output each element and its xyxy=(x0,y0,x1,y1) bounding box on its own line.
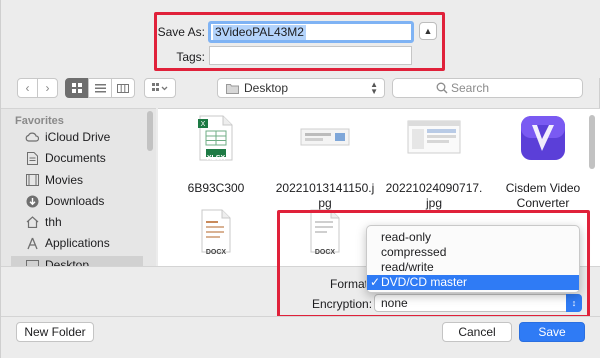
file-item[interactable]: DOCX xyxy=(161,209,271,263)
columns-icon xyxy=(117,83,129,93)
encryption-label: Encryption: xyxy=(312,297,373,311)
file-item[interactable]: Cisdem Video Converter xyxy=(488,115,598,211)
file-name-line2: Converter xyxy=(516,196,570,210)
file-name: 20221013141150.j xyxy=(275,181,375,195)
toolbar: ‹ › Desktop ▲ ▼ Search xyxy=(1,78,600,100)
forward-button[interactable]: › xyxy=(37,78,58,98)
group-grid-icon xyxy=(152,83,168,91)
sidebar-item-movies[interactable]: Movies xyxy=(25,171,83,189)
cancel-label: Cancel xyxy=(458,325,496,339)
new-folder-label: New Folder xyxy=(24,325,86,339)
file-item[interactable]: X XLSX 6B93C300 xyxy=(161,115,271,196)
menu-item-compressed[interactable]: compressed xyxy=(367,245,579,260)
sidebar-item-label: Downloads xyxy=(45,194,105,208)
search-field[interactable]: Search xyxy=(392,78,583,98)
menu-item-label: compressed xyxy=(381,245,447,259)
filename-field[interactable]: 3VideoPAL43M2 xyxy=(208,21,414,43)
menu-item-read-only[interactable]: read-only xyxy=(367,230,579,245)
cancel-button[interactable]: Cancel xyxy=(442,322,512,342)
save-button[interactable]: Save xyxy=(519,322,585,342)
file-name: 6B93C300 xyxy=(187,181,245,195)
chevron-left-icon: ‹ xyxy=(25,81,30,95)
docx-badge: DOCX xyxy=(205,249,227,256)
format-menu: read-only compressed read/write ✓ DVD/CD… xyxy=(366,225,580,293)
back-button[interactable]: ‹ xyxy=(17,78,38,98)
xlsx-badge: XLSX xyxy=(206,155,226,162)
checkmark-icon: ✓ xyxy=(370,275,381,289)
applications-icon xyxy=(25,236,39,250)
save-label: Save xyxy=(538,325,566,339)
encryption-value: none xyxy=(381,296,408,310)
cloud-icon xyxy=(25,130,39,144)
sidebar-item-label: iCloud Drive xyxy=(45,130,111,144)
search-icon xyxy=(436,82,448,94)
sidebar-item-downloads[interactable]: Downloads xyxy=(25,192,104,210)
file-item[interactable]: 20221024090717. jpg xyxy=(379,115,489,211)
menu-item-label: read-only xyxy=(381,230,432,244)
encryption-dropdown[interactable]: none ↕ xyxy=(374,294,582,312)
file-name: 20221024090717. xyxy=(385,181,483,195)
docx-badge: DOCX xyxy=(314,249,336,256)
app-icon xyxy=(521,116,565,160)
image-thumb xyxy=(300,128,350,146)
menu-item-label: DVD/CD master xyxy=(381,275,468,289)
menu-item-dvd-cd-master[interactable]: ✓ DVD/CD master xyxy=(367,275,579,290)
search-placeholder: Search xyxy=(451,81,490,95)
svg-text:X: X xyxy=(201,121,206,128)
tags-label: Tags: xyxy=(176,50,205,64)
grid-icon xyxy=(72,83,82,93)
file-name: Cisdem Video xyxy=(505,181,581,195)
menu-item-label: read/write xyxy=(381,260,434,274)
sidebar-scrollbar[interactable] xyxy=(147,111,153,151)
updown-chevron-icon: ▲ ▼ xyxy=(370,80,378,96)
save-dialog: Save As: 3VideoPAL43M2 ▲ Tags: ‹ › Deskt… xyxy=(0,0,600,358)
expand-toggle-button[interactable]: ▲ xyxy=(419,22,437,40)
new-folder-button[interactable]: New Folder xyxy=(16,322,94,342)
sidebar-item-label: thh xyxy=(45,215,62,229)
chevron-up-icon: ▲ xyxy=(423,26,433,36)
film-icon xyxy=(25,173,39,187)
folder-icon xyxy=(226,83,239,94)
footer: New Folder Cancel Save xyxy=(1,316,600,358)
chevron-right-icon: › xyxy=(45,81,50,95)
file-item[interactable]: 20221013141150.j pg xyxy=(270,115,380,211)
group-view-button[interactable] xyxy=(144,78,176,98)
download-icon xyxy=(25,194,39,208)
save-as-area: Save As: 3VideoPAL43M2 ▲ Tags: xyxy=(1,0,600,78)
format-label: Format xyxy=(330,277,369,291)
updown-chevron-icon: ↕ xyxy=(566,294,582,312)
location-dropdown[interactable]: Desktop ▲ ▼ xyxy=(217,78,385,98)
tags-field[interactable] xyxy=(209,46,412,65)
icon-view-button[interactable] xyxy=(65,78,89,98)
save-as-label: Save As: xyxy=(157,25,205,39)
sidebar-item-label: Movies xyxy=(45,173,84,187)
list-view-button[interactable] xyxy=(88,78,112,98)
filename-value: 3VideoPAL43M2 xyxy=(213,25,306,40)
sidebar-item-icloud-drive[interactable]: iCloud Drive xyxy=(25,128,110,146)
document-icon xyxy=(25,151,39,165)
list-icon xyxy=(94,83,106,92)
image-thumb xyxy=(407,120,461,154)
sidebar-item-label: Documents xyxy=(45,151,106,165)
column-view-button[interactable] xyxy=(111,78,135,98)
menu-item-read-write[interactable]: read/write xyxy=(367,260,579,275)
sidebar-item-label: Applications xyxy=(45,236,110,250)
sidebar-item-thh[interactable]: thh xyxy=(25,213,62,231)
file-name-line2: jpg xyxy=(425,196,442,210)
sidebar: Favorites iCloud Drive Documents Movies … xyxy=(1,108,156,274)
sidebar-item-applications[interactable]: Applications xyxy=(25,234,110,252)
location-label: Desktop xyxy=(244,81,289,95)
sidebar-item-documents[interactable]: Documents xyxy=(25,149,106,167)
home-icon xyxy=(25,215,39,229)
sidebar-heading: Favorites xyxy=(15,115,64,127)
file-item[interactable]: DOCX xyxy=(270,209,380,263)
